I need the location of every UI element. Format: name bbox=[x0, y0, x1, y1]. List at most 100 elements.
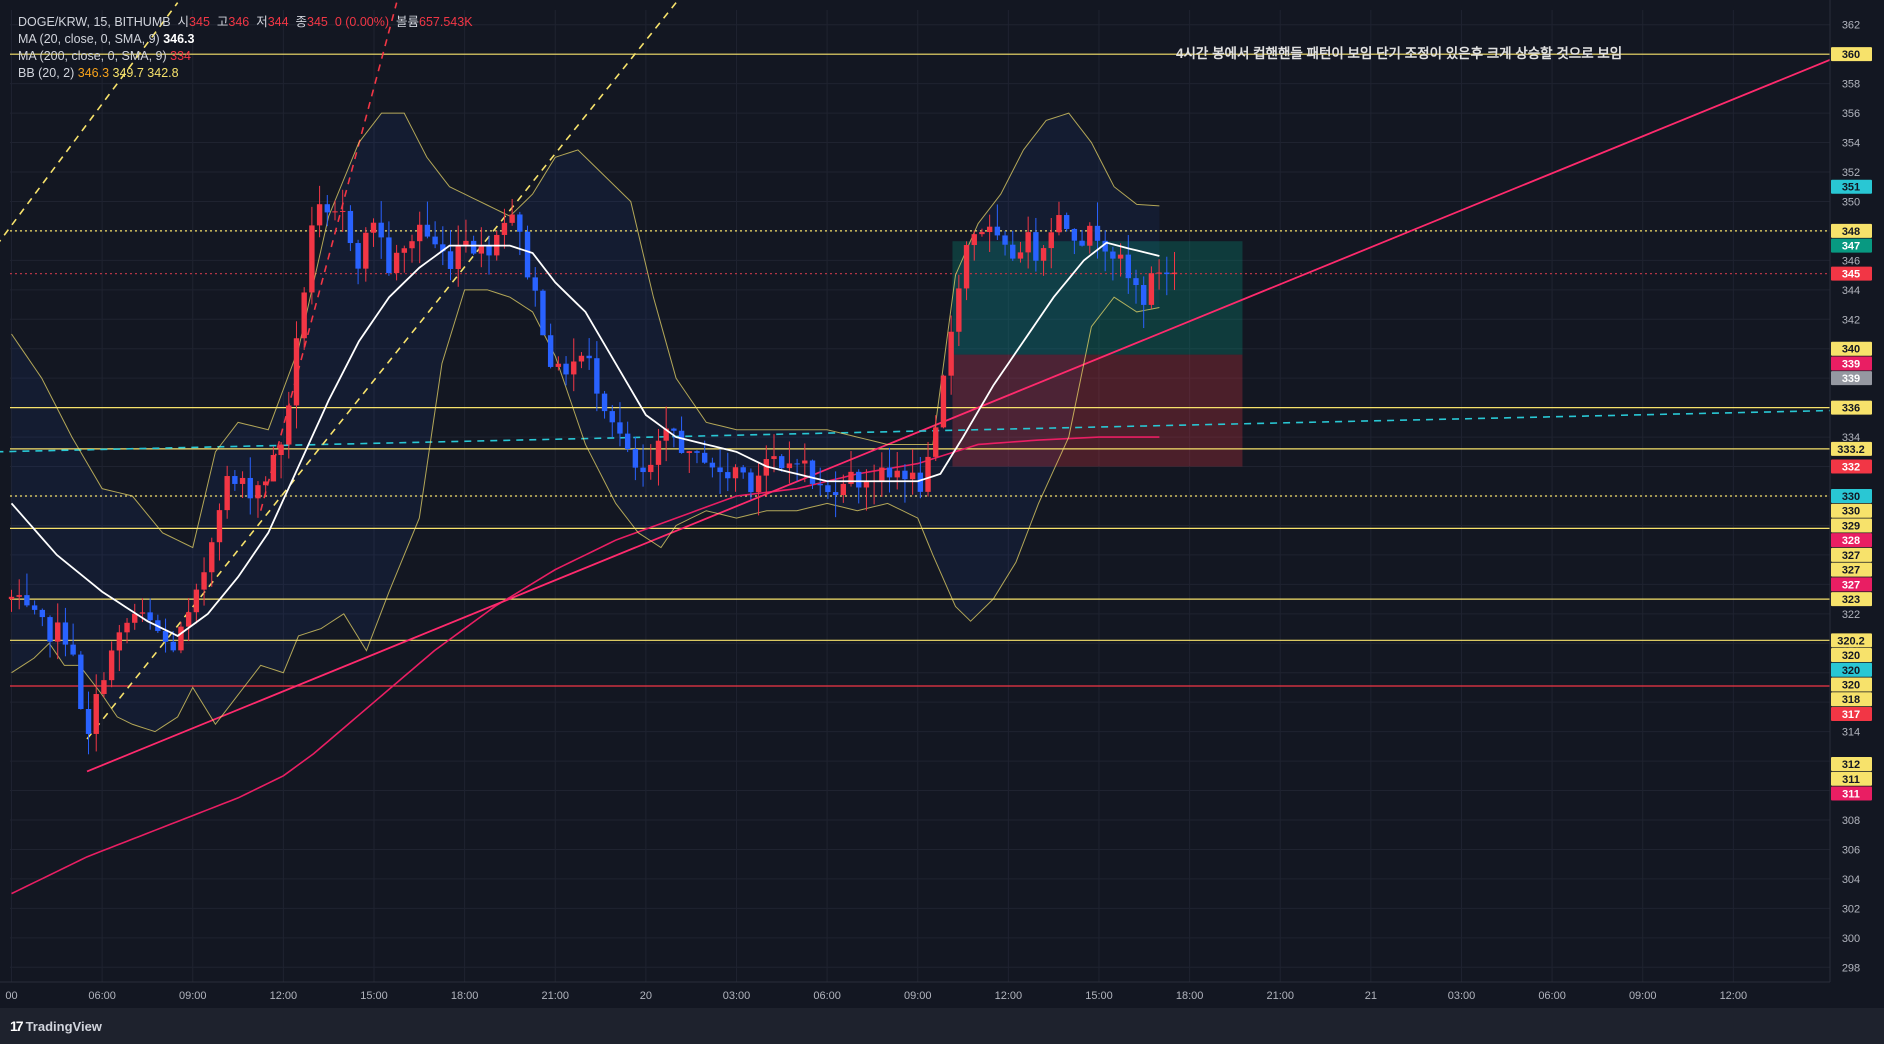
candle-body bbox=[301, 292, 307, 339]
candle-body bbox=[1125, 254, 1131, 279]
candle-body bbox=[540, 290, 546, 336]
price-label-text: 348 bbox=[1842, 226, 1860, 238]
price-label-text: 333.2 bbox=[1837, 444, 1865, 456]
candle-body bbox=[1040, 248, 1047, 261]
candle-body bbox=[1002, 235, 1008, 245]
y-tick-label: 346 bbox=[1842, 255, 1860, 267]
x-tick-label: 12:00 bbox=[270, 990, 298, 1002]
candle-body bbox=[686, 451, 692, 453]
candle-body bbox=[794, 463, 800, 465]
x-tick-label: 15:00 bbox=[360, 990, 388, 1002]
legend-bb-row[interactable]: BB (20, 2) 346.3 349.7 342.8 bbox=[18, 65, 473, 82]
legend-close-value: 345 bbox=[307, 15, 328, 29]
candle-body bbox=[856, 471, 862, 488]
candle-body bbox=[571, 361, 577, 375]
candle-body bbox=[563, 363, 569, 375]
candle-body bbox=[1056, 215, 1062, 233]
candle-body bbox=[286, 405, 292, 445]
candle-body bbox=[509, 214, 515, 223]
price-label-text: 339 bbox=[1842, 358, 1860, 370]
legend-change: 0 (0.00%) bbox=[334, 15, 390, 29]
legend-bb-upper: 349.7 bbox=[112, 66, 144, 80]
x-tick-label: 03:00 bbox=[1448, 990, 1476, 1002]
legend-ma200-value: 334 bbox=[170, 49, 192, 63]
price-label-text: 317 bbox=[1842, 709, 1860, 721]
chart-annotation-text[interactable]: 4시간 봉에서 컵핸핸들 패턴이 보임 단기 조정이 있은후 크게 상승할 것으… bbox=[1176, 42, 1622, 62]
y-tick-label: 308 bbox=[1842, 815, 1860, 827]
x-tick-label: 12:00 bbox=[995, 990, 1023, 1002]
candle-body bbox=[316, 204, 323, 226]
candle-body bbox=[601, 393, 608, 412]
price-label-text: 340 bbox=[1842, 344, 1860, 356]
candle-body bbox=[648, 464, 654, 473]
candle-body bbox=[162, 630, 169, 642]
price-label-text: 320 bbox=[1842, 650, 1860, 662]
candle-body bbox=[817, 483, 823, 486]
candle-body bbox=[470, 240, 477, 254]
candle-body bbox=[270, 454, 277, 482]
legend-ma20-row[interactable]: MA (20, close, 0, SMA, 9) 346.3 bbox=[18, 31, 473, 48]
y-tick-label: 344 bbox=[1842, 285, 1860, 297]
chart-area[interactable]: 2983003023043063083103123143163183203223… bbox=[0, 0, 1884, 1008]
candle-body bbox=[779, 456, 785, 469]
price-label-text: 329 bbox=[1842, 520, 1860, 532]
candle-body bbox=[748, 472, 754, 493]
x-tick-label: 06:00 bbox=[88, 990, 116, 1002]
x-tick-label: 06:00 bbox=[1538, 990, 1566, 1002]
price-label-text: 351 bbox=[1842, 182, 1860, 194]
candle-body bbox=[370, 222, 377, 233]
candle-body bbox=[594, 358, 600, 394]
price-label-text: 327 bbox=[1842, 550, 1860, 562]
candle-body bbox=[1087, 225, 1093, 246]
candle-body bbox=[147, 612, 153, 621]
candle-body bbox=[62, 622, 69, 645]
candle-body bbox=[578, 355, 585, 362]
candle-body bbox=[417, 224, 423, 242]
candle-body bbox=[902, 470, 908, 480]
price-label-text: 320.2 bbox=[1837, 635, 1865, 647]
candle-body bbox=[948, 331, 954, 376]
price-label-text: 311 bbox=[1842, 774, 1860, 786]
candle-body bbox=[355, 243, 361, 269]
candle-body bbox=[1133, 278, 1139, 286]
legend-volume-value: 657.543K bbox=[419, 15, 473, 29]
candle-body bbox=[786, 463, 793, 469]
tradingview-brand[interactable]: 17 TradingView bbox=[10, 1018, 102, 1034]
legend-symbol: DOGE/KRW, 15, BITHUMB bbox=[18, 15, 171, 29]
candle-body bbox=[1140, 285, 1147, 305]
y-tick-label: 356 bbox=[1842, 108, 1860, 120]
x-tick-label: 21 bbox=[1365, 990, 1377, 1002]
candle-body bbox=[447, 251, 454, 269]
price-label-text: 318 bbox=[1842, 694, 1860, 706]
price-label-text: 323 bbox=[1842, 594, 1860, 606]
candle-body bbox=[1063, 215, 1070, 229]
candle-body bbox=[555, 363, 562, 367]
candle-body bbox=[678, 430, 685, 453]
candle-body bbox=[694, 451, 700, 453]
candle-body bbox=[840, 483, 847, 496]
candle-body bbox=[501, 222, 508, 235]
candle-body bbox=[1048, 232, 1054, 249]
candle-body bbox=[1110, 251, 1116, 259]
legend-ma20-label: MA (20, close, 0, SMA, 9) bbox=[18, 32, 160, 46]
candle-body bbox=[825, 485, 831, 493]
tradingview-logo-icon: 17 bbox=[10, 1018, 24, 1034]
legend-close-label: 종 bbox=[295, 15, 308, 29]
price-label-text: 339 bbox=[1842, 373, 1860, 385]
candle-body bbox=[216, 510, 223, 543]
y-tick-label: 350 bbox=[1842, 196, 1860, 208]
candle-body bbox=[324, 204, 330, 213]
x-tick-label: 15:00 bbox=[1085, 990, 1113, 1002]
legend-low-value: 344 bbox=[267, 15, 289, 29]
candle-body bbox=[609, 411, 615, 423]
legend-bb-basis: 346.3 bbox=[77, 66, 110, 80]
candle-body bbox=[386, 237, 392, 274]
candle-body bbox=[70, 644, 76, 655]
candle-body bbox=[979, 232, 985, 235]
legend-ma200-row[interactable]: MA (200, close, 0, SMA, 9) 334 bbox=[18, 48, 473, 65]
candle-body bbox=[239, 477, 246, 484]
x-tick-label: 09:00 bbox=[1629, 990, 1657, 1002]
candle-body bbox=[47, 617, 53, 642]
y-tick-label: 322 bbox=[1842, 609, 1860, 621]
price-label-text: 327 bbox=[1842, 579, 1860, 591]
